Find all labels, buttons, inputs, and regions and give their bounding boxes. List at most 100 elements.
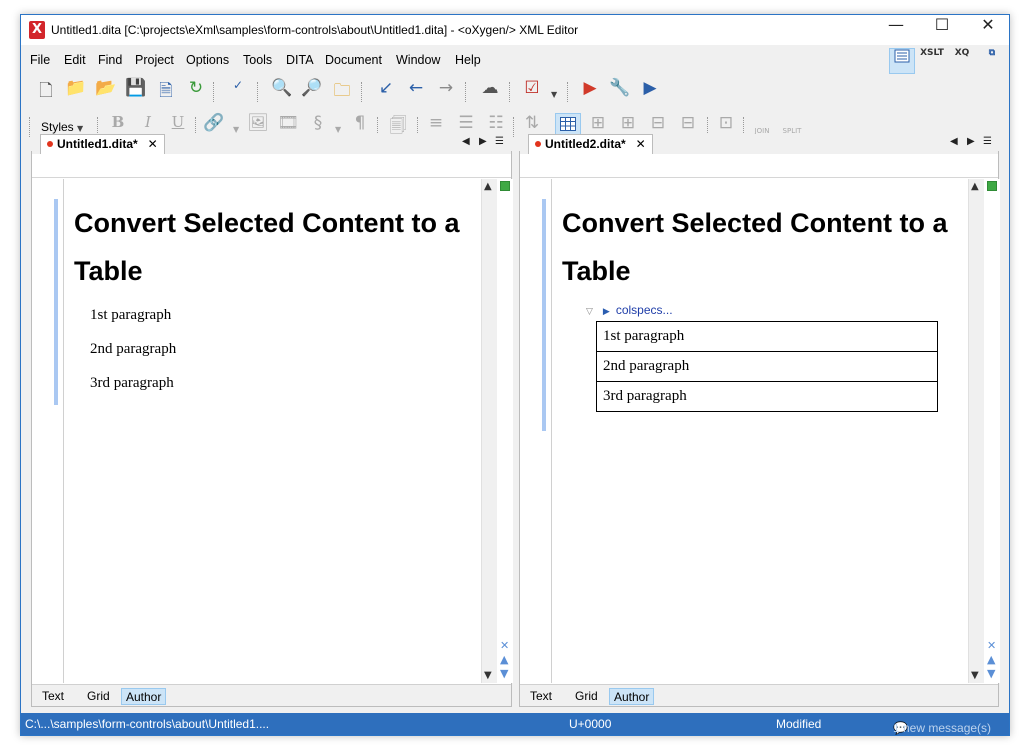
numbered-list-icon: ☷	[488, 113, 504, 133]
column-before-icon: ⊟	[680, 113, 696, 133]
left-document-content[interactable]: Convert Selected Content to a Table 1st …	[74, 199, 474, 407]
tab-prev-icon[interactable]: ◀	[950, 136, 958, 147]
menu-window[interactable]: Window	[396, 53, 440, 67]
save-to-url-button[interactable]: 🗎	[153, 78, 179, 104]
apply-transformation-button[interactable]: ▶	[577, 78, 603, 104]
new-document-button[interactable]: 🗋	[33, 78, 59, 104]
tab-next-icon[interactable]: ▶	[967, 136, 975, 147]
database-perspective-button[interactable]: ⧉	[979, 48, 1005, 74]
collapse-table-icon[interactable]: ▽	[586, 307, 593, 317]
left-vertical-scrollbar[interactable]: ▲ ▼	[481, 179, 497, 683]
link-dropdown-icon[interactable]: ▼	[233, 125, 239, 134]
find-replace-button[interactable]: 🔍	[269, 78, 295, 104]
spell-check-button[interactable]: ✓	[225, 78, 251, 104]
table-properties-icon: ⊡	[718, 113, 734, 133]
tab-prev-icon[interactable]: ◀	[462, 136, 470, 147]
window-title: Untitled1.dita [C:\projects\eXml\samples…	[51, 23, 579, 37]
prev-mark-icon[interactable]: ▲	[987, 653, 996, 667]
mode-tab-grid[interactable]: Grid	[83, 688, 114, 705]
column-after-icon: ⊟	[650, 113, 666, 133]
mode-tab-grid[interactable]: Grid	[571, 688, 602, 705]
tab-untitled2[interactable]: Untitled2.dita* ✕	[528, 134, 653, 154]
debug-scenario-button[interactable]: ▶	[637, 78, 663, 104]
last-modification-button[interactable]: ↙	[373, 78, 399, 104]
editor-perspective-icon	[894, 49, 910, 63]
scroll-down-icon[interactable]: ▼	[484, 670, 492, 681]
breadcrumb[interactable]	[32, 154, 511, 178]
scroll-down-icon[interactable]: ▼	[971, 670, 979, 681]
converted-table[interactable]: 1st paragraph 2nd paragraph 3rd paragrap…	[596, 321, 938, 412]
left-tab-strip: Untitled1.dita* ✕ ◀ ▶ ☰	[32, 134, 511, 154]
left-author-editor[interactable]: Convert Selected Content to a Table 1st …	[32, 179, 513, 683]
status-modified: Modified	[776, 717, 822, 731]
colspecs-toggle[interactable]: ▽ ▶ colspecs...	[586, 303, 962, 317]
validate-button[interactable]: ☑	[519, 78, 545, 104]
editor-perspective-button[interactable]	[889, 48, 915, 74]
close-tab-icon[interactable]: ✕	[636, 137, 646, 151]
menu-dita[interactable]: DITA	[286, 53, 314, 67]
close-tab-icon[interactable]: ✕	[148, 137, 158, 151]
tab-next-icon[interactable]: ▶	[479, 136, 487, 147]
menu-file[interactable]: File	[30, 53, 50, 67]
mode-tab-text[interactable]: Text	[38, 688, 68, 705]
left-mode-tabs: Text Grid Author	[32, 684, 511, 706]
right-vertical-scrollbar[interactable]: ▲ ▼	[968, 179, 984, 683]
right-author-editor[interactable]: Convert Selected Content to a Table ▽ ▶ co…	[520, 179, 1000, 683]
tab-list-icon[interactable]: ☰	[495, 136, 504, 147]
table-row: 3rd paragraph	[596, 381, 938, 412]
xslt-debugger-button[interactable]: XSLT	[919, 48, 945, 74]
open-file-at-caret-button[interactable]: 🗀	[329, 78, 355, 104]
left-annotation-strip: ✕ ▲ ▼	[498, 179, 512, 683]
menu-options[interactable]: Options	[186, 53, 229, 67]
folder-url-icon: 📂	[95, 78, 117, 98]
right-editor-pane: Untitled2.dita* ✕ ◀ ▶ ☰ Convert Selected …	[519, 134, 1000, 707]
menu-document[interactable]: Document	[325, 53, 382, 67]
breadcrumb[interactable]	[520, 154, 998, 178]
xquery-debugger-button[interactable]: XQ	[949, 48, 975, 74]
menu-find[interactable]: Find	[98, 53, 122, 67]
menu-edit[interactable]: Edit	[64, 53, 86, 67]
xref-icon: 🗐	[389, 116, 407, 136]
expand-colspecs-icon[interactable]: ▶	[603, 307, 610, 317]
media-icon: 🎞	[277, 113, 299, 133]
section-dropdown-icon[interactable]: ▼	[335, 125, 341, 134]
configure-transformation-button[interactable]: 🔧	[607, 78, 633, 104]
tab-untitled1[interactable]: Untitled1.dita* ✕	[40, 134, 165, 154]
validate-dropdown-icon[interactable]: ▼	[551, 90, 557, 99]
open-button[interactable]: 📁	[63, 78, 89, 104]
tab-list-icon[interactable]: ☰	[983, 136, 992, 147]
open-url-button[interactable]: 📂	[93, 78, 119, 104]
arrow-right-icon: →	[438, 78, 454, 98]
table-cell[interactable]: 1st paragraph	[596, 321, 938, 352]
menu-tools[interactable]: Tools	[243, 53, 272, 67]
image-icon: 🖼	[247, 113, 269, 133]
menu-help[interactable]: Help	[455, 53, 481, 67]
next-mark-icon[interactable]: ▼	[987, 667, 996, 681]
reload-button[interactable]: ↻	[183, 78, 209, 104]
scroll-up-icon[interactable]: ▲	[484, 181, 492, 192]
maximize-button[interactable]: ☐	[919, 15, 965, 45]
connection-button[interactable]: ☁	[477, 78, 503, 104]
back-button[interactable]: ←	[403, 78, 429, 104]
close-marks-icon[interactable]: ✕	[987, 639, 996, 653]
next-mark-icon[interactable]: ▼	[500, 667, 509, 681]
find-in-files-button[interactable]: 🔎	[299, 78, 325, 104]
prev-mark-icon[interactable]: ▲	[500, 653, 509, 667]
mode-tab-author[interactable]: Author	[609, 688, 655, 705]
table-cell[interactable]: 3rd paragraph	[596, 381, 938, 412]
forward-button[interactable]: →	[433, 78, 459, 104]
mode-tab-author[interactable]: Author	[121, 688, 167, 705]
list-add-icon: ≡	[428, 113, 444, 133]
minimize-button[interactable]: —	[873, 15, 919, 45]
table-cell[interactable]: 2nd paragraph	[596, 351, 938, 382]
save-button[interactable]: 💾	[123, 78, 149, 104]
close-marks-icon[interactable]: ✕	[500, 639, 509, 653]
close-button[interactable]: ✕	[965, 15, 1011, 45]
right-document-content[interactable]: Convert Selected Content to a Table ▽ ▶ co…	[562, 199, 962, 412]
validation-ok-icon[interactable]	[500, 181, 510, 191]
paragraph-3: 3rd paragraph	[90, 375, 174, 391]
validation-ok-icon[interactable]	[987, 181, 997, 191]
mode-tab-text[interactable]: Text	[526, 688, 556, 705]
menu-project[interactable]: Project	[135, 53, 174, 67]
scroll-up-icon[interactable]: ▲	[971, 181, 979, 192]
